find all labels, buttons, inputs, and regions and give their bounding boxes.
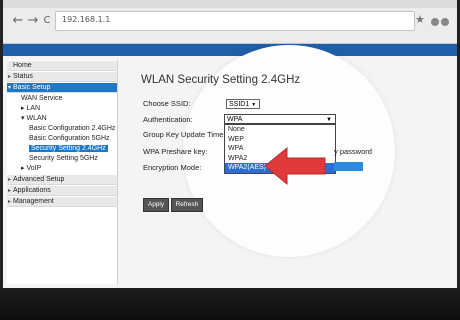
sidebar-item-label: LAN xyxy=(26,105,41,112)
sidebar-item-label: Status xyxy=(13,73,33,80)
choose-ssid-label: Choose SSID: xyxy=(143,99,191,108)
sidebar-item-basic-config-24[interactable]: Basic Configuration 2.4GHz xyxy=(29,124,115,134)
sidebar-item-label: Basic Configuration 2.4GHz xyxy=(29,125,116,132)
screen: ← → C 192.168.1.1 ★ Home ▸ Status ▾ Basic … xyxy=(3,0,457,288)
option-none[interactable]: None xyxy=(225,125,335,135)
sidebar-item-label: VoIP xyxy=(26,165,42,172)
sidebar-item-label: Security Setting 5GHz xyxy=(29,155,98,162)
star-icon[interactable]: ★ xyxy=(415,14,425,26)
red-arrow-icon xyxy=(265,146,326,186)
refresh-button[interactable]: Refresh xyxy=(171,198,203,212)
url-text: 192.168.1.1 xyxy=(62,15,111,24)
chevron-down-icon: ▼ xyxy=(251,102,257,108)
group-key-label: Group Key Update Timer: xyxy=(143,130,229,139)
sidebar-item-label: Management xyxy=(13,198,54,205)
page-title: WLAN Security Setting 2.4GHz xyxy=(141,74,301,86)
sidebar-item-label: Basic Configuration 5GHz xyxy=(29,135,110,142)
caret-icon: ▾ xyxy=(8,85,12,91)
preshare-key-label: WPA Preshare key: xyxy=(143,147,208,156)
sidebar-item-security-5[interactable]: Security Setting 5GHz xyxy=(29,154,98,164)
caret-icon: ▸ xyxy=(8,74,12,80)
sidebar-item-label: Home xyxy=(13,62,32,69)
ssid-value: SSID1 xyxy=(229,101,250,108)
menu-icon[interactable] xyxy=(441,18,449,26)
encryption-mode-label: Encryption Mode: xyxy=(143,163,202,172)
laptop-base xyxy=(0,288,460,320)
header-strip xyxy=(3,44,457,56)
forward-icon[interactable]: → xyxy=(26,14,40,28)
caret-icon: ▸ xyxy=(8,188,12,194)
sidebar-item-security-24[interactable]: Security Setting 2.4GHz xyxy=(29,144,108,154)
sidebar: Home ▸ Status ▾ Basic Setup WAN Service ▸ … xyxy=(7,60,118,284)
caret-icon: ▸ xyxy=(8,177,12,183)
sidebar-item-label: Advanced Setup xyxy=(13,176,65,183)
sidebar-item-management[interactable]: ▸ Management xyxy=(7,197,117,207)
show-password-label: y password xyxy=(334,147,372,156)
sidebar-item-home[interactable]: Home xyxy=(7,61,117,71)
sidebar-item-lan[interactable]: ▸ LAN xyxy=(21,104,40,114)
encryption-highlight xyxy=(334,162,363,171)
sidebar-item-status[interactable]: ▸ Status xyxy=(7,72,117,82)
authentication-select[interactable]: WPA ▼ xyxy=(224,114,336,124)
browser-toolbar: ← → C 192.168.1.1 ★ xyxy=(3,0,457,44)
caret-icon: ▸ xyxy=(8,199,12,205)
sidebar-item-basic-config-5[interactable]: Basic Configuration 5GHz xyxy=(29,134,110,144)
sidebar-item-label: WAN Service xyxy=(21,95,63,102)
sidebar-item-applications[interactable]: ▸ Applications xyxy=(7,186,117,196)
sidebar-item-wlan[interactable]: ▾ WLAN xyxy=(21,114,47,124)
sidebar-item-label: WLAN xyxy=(26,115,47,122)
sidebar-item-basic-setup[interactable]: ▾ Basic Setup xyxy=(7,83,117,93)
reload-icon[interactable]: C xyxy=(40,14,54,28)
authentication-value: WPA xyxy=(227,116,243,123)
sidebar-item-advanced-setup[interactable]: ▸ Advanced Setup xyxy=(7,175,117,185)
extension-icons xyxy=(431,13,451,31)
sidebar-item-wan-service[interactable]: WAN Service xyxy=(21,94,62,104)
apply-button[interactable]: Apply xyxy=(143,198,169,212)
ssid-select[interactable]: SSID1 ▼ xyxy=(226,99,260,109)
back-icon[interactable]: ← xyxy=(11,14,25,28)
authentication-label: Authentication: xyxy=(143,115,193,124)
extension-icon[interactable] xyxy=(431,18,439,26)
sidebar-item-label: Basic Setup xyxy=(13,84,51,91)
sidebar-item-label: Security Setting 2.4GHz xyxy=(29,145,108,152)
option-wep[interactable]: WEP xyxy=(225,135,335,145)
tab-strip xyxy=(3,0,457,8)
sidebar-item-voip[interactable]: ▸ VoIP xyxy=(21,164,41,174)
sidebar-item-label: Applications xyxy=(13,187,51,194)
address-bar[interactable]: 192.168.1.1 xyxy=(55,11,415,31)
